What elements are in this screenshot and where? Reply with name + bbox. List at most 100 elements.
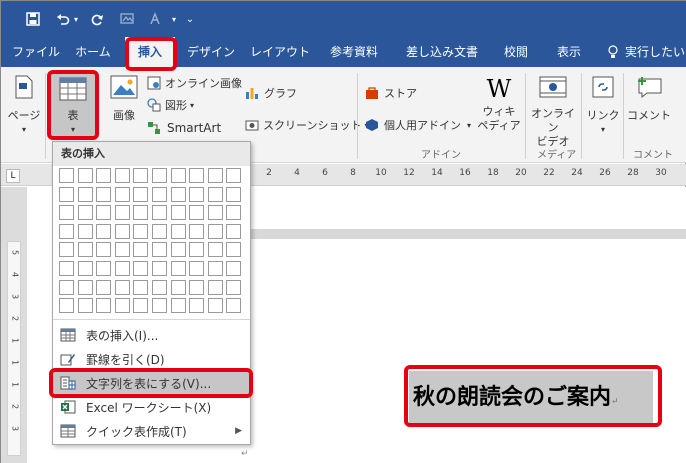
comment-button[interactable]: コメント — [627, 75, 671, 123]
table-button[interactable]: 表 ▾ — [51, 73, 95, 139]
chart-button[interactable]: グラフ — [245, 85, 297, 101]
tab-file[interactable]: ファイル — [11, 37, 61, 67]
table-grid-cell[interactable] — [114, 186, 130, 202]
tab-design[interactable]: デザイン — [183, 37, 239, 67]
table-grid-cell[interactable] — [133, 279, 149, 295]
table-grid-cell[interactable] — [152, 279, 167, 295]
table-grid-cell[interactable] — [59, 168, 74, 183]
table-grid-cell[interactable] — [114, 298, 130, 314]
table-grid-cell[interactable] — [189, 279, 205, 295]
vertical-ruler[interactable]: 5 4 3 2 1 1 1 2 3 — [7, 241, 21, 456]
save-icon[interactable] — [23, 9, 43, 29]
table-grid-cell[interactable] — [96, 242, 112, 258]
menu-insert-table[interactable]: 表の挿入(I)... — [53, 324, 250, 346]
table-grid-cell[interactable] — [77, 186, 93, 202]
store-button[interactable]: ストア — [365, 85, 417, 101]
table-grid-cell[interactable] — [77, 298, 93, 314]
table-grid-cell[interactable] — [189, 223, 205, 239]
table-grid-cell[interactable] — [226, 279, 242, 295]
table-grid-cell[interactable] — [170, 168, 186, 183]
smartart-button[interactable]: SmartArt — [147, 121, 221, 135]
table-grid-cell[interactable] — [133, 298, 149, 314]
table-grid-cell[interactable] — [114, 279, 130, 295]
tab-home[interactable]: ホーム — [69, 37, 117, 67]
tab-layout[interactable]: レイアウト — [249, 37, 311, 67]
table-grid-cell[interactable] — [207, 168, 223, 183]
table-grid-cell[interactable] — [170, 223, 186, 239]
menu-draw-table[interactable]: 罫線を引く(D) — [53, 348, 250, 370]
menu-excel-worksheet[interactable]: Excel ワークシート(X) — [53, 396, 250, 418]
table-grid-cell[interactable] — [96, 168, 112, 183]
wikipedia-button[interactable]: W ウィキ ペディア — [477, 75, 521, 133]
table-grid-cell[interactable] — [207, 298, 223, 314]
page-button[interactable]: ページ ▾ — [7, 75, 41, 137]
table-grid-cell[interactable] — [77, 242, 93, 258]
table-grid-cell[interactable] — [207, 186, 223, 202]
table-grid-cell[interactable] — [59, 261, 74, 276]
chevron-down-icon[interactable]: ▾ — [169, 9, 179, 29]
table-grid-cell[interactable] — [114, 168, 130, 183]
table-grid-cell[interactable] — [96, 223, 112, 239]
table-grid-cell[interactable] — [226, 261, 242, 276]
table-grid-cell[interactable] — [207, 223, 223, 239]
link-button[interactable]: リンク ▾ — [585, 75, 621, 137]
table-grid-cell[interactable] — [189, 205, 205, 221]
menu-text-to-table[interactable]: 文字列を表にする(V)... — [53, 372, 250, 394]
table-grid-cell[interactable] — [207, 242, 223, 258]
table-grid-cell[interactable] — [152, 205, 167, 221]
table-grid-cell[interactable] — [133, 168, 149, 183]
screenshot-button[interactable]: スクリーンショット ▾ — [245, 117, 368, 133]
table-grid-cell[interactable] — [59, 205, 74, 221]
table-grid-cell[interactable] — [114, 205, 130, 221]
table-grid-cell[interactable] — [59, 186, 74, 202]
table-grid-cell[interactable] — [152, 168, 167, 183]
table-grid-cell[interactable] — [77, 279, 93, 295]
table-grid-cell[interactable] — [189, 298, 205, 314]
table-grid-cell[interactable] — [207, 279, 223, 295]
table-grid-cell[interactable] — [152, 186, 167, 202]
table-grid-cell[interactable] — [59, 279, 74, 295]
table-grid-cell[interactable] — [152, 298, 167, 314]
table-grid-cell[interactable] — [96, 205, 112, 221]
table-grid-cell[interactable] — [133, 223, 149, 239]
table-grid-cell[interactable] — [226, 168, 242, 183]
table-grid-cell[interactable] — [133, 242, 149, 258]
table-grid-cell[interactable] — [77, 261, 93, 276]
table-grid-cell[interactable] — [226, 223, 242, 239]
table-grid-cell[interactable] — [96, 261, 112, 276]
table-grid-cell[interactable] — [59, 298, 74, 314]
table-grid-cell[interactable] — [170, 261, 186, 276]
table-grid-cell[interactable] — [77, 223, 93, 239]
table-grid-cell[interactable] — [114, 223, 130, 239]
table-grid-cell[interactable] — [96, 298, 112, 314]
menu-quick-table[interactable]: クイック表作成(T) ▶ — [53, 420, 250, 442]
table-grid-cell[interactable] — [226, 298, 242, 314]
shape-button[interactable]: 図形 ▾ — [147, 97, 194, 113]
table-grid-cell[interactable] — [77, 168, 93, 183]
table-grid-cell[interactable] — [152, 223, 167, 239]
table-grid-cell[interactable] — [114, 242, 130, 258]
undo-dropdown-icon[interactable]: ▾ — [71, 9, 81, 29]
document-title-text[interactable]: 秋の朗読会のご案内↵ — [409, 371, 653, 423]
table-grid-cell[interactable] — [170, 242, 186, 258]
tab-insert[interactable]: 挿入 — [125, 37, 175, 67]
table-grid-cell[interactable] — [170, 186, 186, 202]
table-grid-cell[interactable] — [133, 205, 149, 221]
table-grid-cell[interactable] — [59, 223, 74, 239]
tab-review[interactable]: 校閲 — [495, 37, 537, 67]
table-grid-cell[interactable] — [189, 186, 205, 202]
table-grid-cell[interactable] — [170, 205, 186, 221]
table-grid-cell[interactable] — [96, 279, 112, 295]
personal-addin-button[interactable]: 個人用アドイン ▾ — [365, 117, 471, 133]
table-grid-cell[interactable] — [226, 242, 242, 258]
table-grid-cell[interactable] — [170, 298, 186, 314]
table-grid-cell[interactable] — [133, 186, 149, 202]
table-grid-cell[interactable] — [170, 279, 186, 295]
customize-qat-icon[interactable]: ⌄ — [185, 9, 195, 29]
table-grid-cell[interactable] — [226, 205, 242, 221]
table-grid-cell[interactable] — [96, 186, 112, 202]
table-grid-cell[interactable] — [152, 242, 167, 258]
redo-icon[interactable] — [87, 9, 107, 29]
table-grid-cell[interactable] — [189, 261, 205, 276]
table-grid-cell[interactable] — [207, 205, 223, 221]
